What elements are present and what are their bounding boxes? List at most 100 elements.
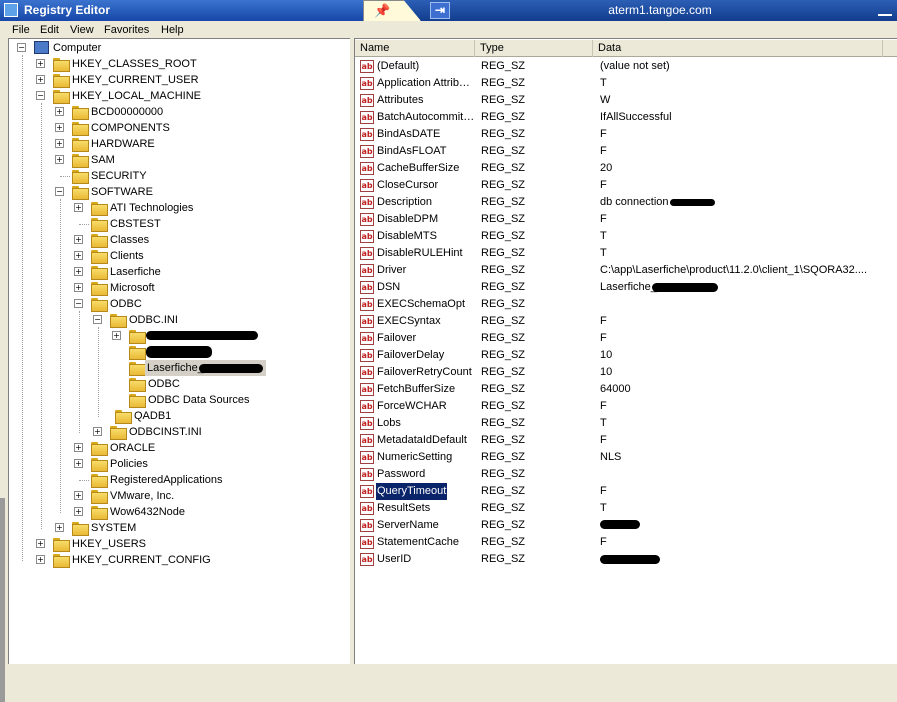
minimize-icon[interactable] [878, 8, 892, 16]
expand-icon[interactable]: + [112, 331, 121, 340]
tree-node-hardware[interactable]: + HARDWARE [9, 136, 349, 152]
pin-tab[interactable]: 📌 [363, 0, 421, 21]
tree-node-hkcr[interactable]: + HKEY_CLASSES_ROOT [9, 56, 349, 72]
restore-button[interactable]: ⇥ [430, 2, 450, 19]
tree-node-odbc-sub[interactable]: ODBC [9, 376, 349, 392]
value-row[interactable]: ab UserID REG_SZ [355, 551, 897, 568]
value-row[interactable]: ab ServerName REG_SZ [355, 517, 897, 534]
expand-icon[interactable]: + [93, 427, 102, 436]
value-row[interactable]: ab CacheBufferSize REG_SZ 20 [355, 160, 897, 177]
tree-node-odbc-data-sources[interactable]: ODBC Data Sources [9, 392, 349, 408]
column-header-data[interactable]: Data [593, 40, 883, 57]
value-row[interactable]: ab EXECSchemaOpt REG_SZ [355, 296, 897, 313]
expand-icon[interactable]: + [55, 123, 64, 132]
value-row[interactable]: ab BindAsFLOAT REG_SZ F [355, 143, 897, 160]
tree-node-policies[interactable]: + Policies [9, 456, 349, 472]
value-row[interactable]: ab Password REG_SZ [355, 466, 897, 483]
value-row[interactable]: ab BindAsDATE REG_SZ F [355, 126, 897, 143]
value-row[interactable]: ab Application Attrib… REG_SZ T [355, 75, 897, 92]
collapse-icon[interactable]: − [36, 91, 45, 100]
value-row[interactable]: ab Failover REG_SZ F [355, 330, 897, 347]
tree-node-oracle[interactable]: + ORACLE [9, 440, 349, 456]
value-row[interactable]: ab DSN REG_SZ Laserfiche_ [355, 279, 897, 296]
value-row[interactable]: ab Lobs REG_SZ T [355, 415, 897, 432]
expand-icon[interactable]: + [74, 251, 83, 260]
tree-node-system[interactable]: + SYSTEM [9, 520, 349, 536]
tree-node-hkcu[interactable]: + HKEY_CURRENT_USER [9, 72, 349, 88]
expand-icon[interactable]: + [36, 75, 45, 84]
tree-node-sam[interactable]: + SAM [9, 152, 349, 168]
value-row[interactable]: ab Driver REG_SZ C:\app\Laserfiche\product\… [355, 262, 897, 279]
value-row[interactable]: ab BatchAutocommit… REG_SZ IfAllSuccessful [355, 109, 897, 126]
expand-icon[interactable]: + [74, 443, 83, 452]
tree-node-microsoft[interactable]: + Microsoft [9, 280, 349, 296]
tree-node-qadb1[interactable]: QADB1 [9, 408, 349, 424]
tree-node-clients[interactable]: + Clients [9, 248, 349, 264]
tree-node-bcd[interactable]: + BCD00000000 [9, 104, 349, 120]
tree-node-odbc-ini[interactable]: − ODBC.INI [9, 312, 349, 328]
expand-icon[interactable]: + [55, 523, 64, 532]
tree-node-classes[interactable]: + Classes [9, 232, 349, 248]
value-row[interactable]: ab StatementCache REG_SZ F [355, 534, 897, 551]
tree-node-laserfiche[interactable]: + Laserfiche [9, 264, 349, 280]
expand-icon[interactable]: + [74, 203, 83, 212]
tree-node-redacted-2[interactable] [9, 344, 349, 360]
collapse-icon[interactable]: − [93, 315, 102, 324]
value-row[interactable]: ab Attributes REG_SZ W [355, 92, 897, 109]
expand-icon[interactable]: + [74, 267, 83, 276]
column-header-name[interactable]: Name [355, 40, 475, 57]
tree-node-software[interactable]: − SOFTWARE [9, 184, 349, 200]
expand-icon[interactable]: + [36, 555, 45, 564]
tree-node-odbcinst[interactable]: + ODBCINST.INI [9, 424, 349, 440]
tree-node-components[interactable]: + COMPONENTS [9, 120, 349, 136]
expand-icon[interactable]: + [74, 459, 83, 468]
value-row[interactable]: ab (Default) REG_SZ (value not set) [355, 58, 897, 75]
column-header-type[interactable]: Type [475, 40, 593, 57]
expand-icon[interactable]: + [55, 139, 64, 148]
expand-icon[interactable]: + [55, 107, 64, 116]
tree-node-redacted-1[interactable]: + [9, 328, 349, 344]
tree-node-security[interactable]: SECURITY [9, 168, 349, 184]
value-row[interactable]: ab ForceWCHAR REG_SZ F [355, 398, 897, 415]
tree-node-vmware[interactable]: + VMware, Inc. [9, 488, 349, 504]
expand-icon[interactable]: + [74, 491, 83, 500]
menu-file[interactable]: File [12, 22, 30, 38]
tree-node-hku[interactable]: + HKEY_USERS [9, 536, 349, 552]
expand-icon[interactable]: + [55, 155, 64, 164]
value-row[interactable]: ab DisableRULEHint REG_SZ T [355, 245, 897, 262]
collapse-icon[interactable]: − [74, 299, 83, 308]
value-row[interactable]: ab EXECSyntax REG_SZ F [355, 313, 897, 330]
menu-edit[interactable]: Edit [40, 22, 59, 38]
collapse-icon[interactable]: − [55, 187, 64, 196]
tree-node-registered-apps[interactable]: RegisteredApplications [9, 472, 349, 488]
expand-icon[interactable]: + [36, 59, 45, 68]
tree-node-odbc[interactable]: − ODBC [9, 296, 349, 312]
value-row[interactable]: ab DisableDPM REG_SZ F [355, 211, 897, 228]
tree-node-computer[interactable]: − Computer [9, 40, 349, 56]
value-row[interactable]: ab QueryTimeout REG_SZ F [355, 482, 897, 501]
collapse-icon[interactable]: − [17, 43, 26, 52]
values-list-pane[interactable]: Name Type Data ab (Default) REG_SZ (value n… [354, 38, 897, 664]
menu-help[interactable]: Help [161, 22, 184, 38]
value-row[interactable]: ab NumericSetting REG_SZ NLS [355, 449, 897, 466]
expand-icon[interactable]: + [36, 539, 45, 548]
expand-icon[interactable]: + [74, 235, 83, 244]
value-row[interactable]: ab CloseCursor REG_SZ F [355, 177, 897, 194]
expand-icon[interactable]: + [74, 283, 83, 292]
value-row[interactable]: ab DisableMTS REG_SZ T [355, 228, 897, 245]
tree-node-wow6432[interactable]: + Wow6432Node [9, 504, 349, 520]
tree-node-hklm[interactable]: − HKEY_LOCAL_MACHINE [9, 88, 349, 104]
tree-node-cbstest[interactable]: CBSTEST [9, 216, 349, 232]
menu-view[interactable]: View [70, 22, 94, 38]
menu-favorites[interactable]: Favorites [104, 22, 149, 38]
tree-node-ati[interactable]: + ATI Technologies [9, 200, 349, 216]
value-row[interactable]: ab FailoverRetryCount REG_SZ 10 [355, 364, 897, 381]
key-tree-pane[interactable]: − Computer + HKEY_CLASSES_ROOT + HKEY_CU… [8, 38, 350, 664]
tree-node-hkcc[interactable]: + HKEY_CURRENT_CONFIG [9, 552, 349, 568]
expand-icon[interactable]: + [74, 507, 83, 516]
left-scrollbar[interactable] [0, 498, 5, 702]
value-row[interactable]: ab ResultSets REG_SZ T [355, 500, 897, 517]
value-row[interactable]: ab FetchBufferSize REG_SZ 64000 [355, 381, 897, 398]
value-row[interactable]: ab FailoverDelay REG_SZ 10 [355, 347, 897, 364]
tree-node-laserfiche-dsn[interactable]: Laserfiche_ [9, 360, 349, 376]
